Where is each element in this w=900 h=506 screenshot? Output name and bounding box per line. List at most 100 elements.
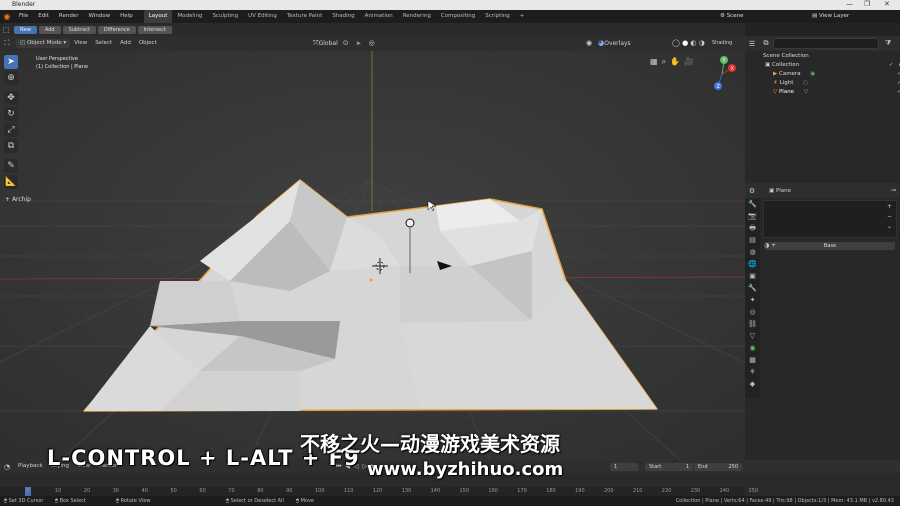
blender-logo-icon[interactable]: ◉ (0, 12, 14, 21)
scale-tool-icon[interactable]: ⤢ (4, 123, 18, 137)
scene-selector[interactable]: ⚙ Scene (720, 10, 743, 23)
outliner-row-collection[interactable]: ▣ Collection ✓ ◉ 📷 (745, 61, 900, 70)
proportional-edit-icon[interactable]: ◎ (369, 36, 375, 51)
navigation-gizmo[interactable]: X Y Z (708, 52, 742, 94)
pin-icon[interactable]: ⊸ (891, 187, 896, 194)
timeline-ruler[interactable]: 0 10 20 30 40 50 60 70 80 90 100 110 120 130 140 150 160… (0, 487, 758, 496)
transform-tool-icon[interactable]: ⧉ (4, 139, 18, 153)
viewport-scene[interactable] (0, 51, 745, 460)
mode-intersect-button[interactable]: Intersect (137, 25, 172, 34)
tab-scripting[interactable]: Scripting (480, 10, 514, 23)
tool-tab-icon[interactable]: 🔧 (745, 198, 760, 210)
move-tool-icon[interactable]: ✥ (4, 91, 18, 105)
annotate-tool-icon[interactable]: ✎ (4, 159, 18, 173)
misc-tab-icon[interactable]: ◆ (745, 378, 760, 390)
tab-sculpting[interactable]: Sculpting (207, 10, 243, 23)
menu-view[interactable]: View (70, 36, 91, 51)
outliner-search-input[interactable] (773, 38, 879, 49)
add-workspace-icon[interactable]: + (515, 10, 530, 23)
list-controls[interactable]: + − ⌄ (887, 202, 892, 232)
tab-texture-paint[interactable]: Texture Paint (282, 10, 328, 23)
wireframe-icon[interactable]: ◯ (672, 39, 680, 47)
material-slot-icon[interactable]: ◑ + (764, 242, 776, 249)
overlays-toggle[interactable]: ◉ ◕ Overlays (586, 36, 631, 51)
mode-add-button[interactable]: Add (38, 25, 61, 34)
world-tab-icon[interactable]: 🌐 (745, 258, 760, 270)
tab-modeling[interactable]: Modeling (172, 10, 207, 23)
3d-viewport[interactable] (0, 51, 745, 460)
particles-tab-icon[interactable]: ✦ (745, 294, 760, 306)
pivot-icon[interactable]: ⊙ (343, 36, 349, 51)
data-tab-icon[interactable]: ▽ (745, 330, 760, 342)
maximize-button[interactable]: ❐ (864, 0, 870, 8)
constraints-tab-icon[interactable]: ⛓ (745, 318, 760, 330)
select-box-icon[interactable]: ⬚ (0, 26, 12, 34)
transform-orientation[interactable]: ⤧ Global ⊙ ⫸ ◎ (313, 36, 375, 51)
end-frame-field[interactable]: End 250 (694, 462, 742, 471)
editor-type-icon[interactable]: ⛶ (0, 39, 14, 48)
menu-file[interactable]: File (14, 10, 33, 23)
filter-icon[interactable]: ⧩ (885, 39, 891, 48)
cursor-tool-icon[interactable]: ⊕ (4, 71, 18, 85)
object-mode-dropdown[interactable]: ◰ Object Mode ▾ (16, 39, 71, 48)
outliner-row-light[interactable]: ☀ Light ○ ✓ ◉ 📷 (745, 79, 900, 88)
pan-hand-icon[interactable]: ✋ (670, 57, 684, 66)
menu-help[interactable]: Help (115, 10, 138, 23)
scene-tab-icon[interactable]: ◍ (745, 246, 760, 258)
mode-subtract-button[interactable]: Subtract (62, 25, 96, 34)
sidebar-tab-archip[interactable]: + Archip (5, 196, 31, 203)
outliner-row-scene-collection[interactable]: Scene Collection (745, 52, 900, 61)
visibility-icons[interactable]: ✓ ◉ 📷 (889, 61, 900, 70)
tab-rendering[interactable]: Rendering (398, 10, 436, 23)
tab-compositing[interactable]: Compositing (436, 10, 480, 23)
close-button[interactable]: ✕ (884, 0, 890, 8)
shading-modes[interactable]: ◯ ● ◐ ◑ (672, 36, 705, 51)
menu-object[interactable]: Object (135, 36, 161, 51)
current-frame-field[interactable]: 1 (610, 462, 638, 471)
menu-edit[interactable]: Edit (33, 10, 54, 23)
rotate-tool-icon[interactable]: ↻ (4, 107, 18, 121)
select-tool-icon[interactable]: ➤ (4, 55, 18, 69)
menu-window[interactable]: Window (83, 10, 115, 23)
solid-icon[interactable]: ● (682, 39, 688, 47)
menu-render[interactable]: Render (54, 10, 84, 23)
camera-view-icon[interactable]: ▦ (650, 57, 662, 66)
tab-uv-editing[interactable]: UV Editing (243, 10, 282, 23)
menu-add[interactable]: Add (116, 36, 135, 51)
tab-animation[interactable]: Animation (360, 10, 398, 23)
render-tab-icon[interactable]: 📷 (745, 210, 760, 222)
measure-tool-icon[interactable]: 📐 (4, 175, 18, 189)
properties-editor-icon[interactable]: ⚙ (745, 187, 759, 195)
minimize-button[interactable]: — (846, 0, 853, 8)
menu-playback[interactable]: Playback (14, 460, 47, 473)
start-frame-field[interactable]: Start 1 (645, 462, 693, 471)
tab-shading[interactable]: Shading (327, 10, 359, 23)
timeline-editor-icon[interactable]: ◔ (0, 463, 14, 471)
output-tab-icon[interactable]: 🖶 (745, 222, 760, 234)
uv-maps-list[interactable] (763, 200, 897, 238)
view-layer-tab-icon[interactable]: ▤ (745, 234, 760, 246)
material-icon[interactable]: ◐ (690, 39, 696, 47)
menu-select[interactable]: Select (91, 36, 116, 51)
outliner-header: ☰ ⧉ ⧩ (745, 36, 900, 51)
mode-difference-button[interactable]: Difference (97, 25, 136, 34)
material-tab-icon[interactable]: ◉ (745, 342, 760, 354)
outliner-row-camera[interactable]: ▶ Camera ◉ ✓ ◉ 📷 (745, 70, 900, 79)
snap-icon[interactable]: ⫸ (357, 36, 361, 51)
shading-dropdown[interactable]: Shading (712, 36, 732, 51)
outliner-editor-icon[interactable]: ☰ (745, 40, 759, 48)
rendered-icon[interactable]: ◑ (699, 39, 705, 47)
tab-layout[interactable]: Layout (143, 10, 173, 23)
modifiers-tab-icon[interactable]: 🔧 (745, 282, 760, 294)
texture-tab-icon[interactable]: ▦ (745, 354, 760, 366)
shader-tab-icon[interactable]: ⚘ (745, 366, 760, 378)
object-tab-icon[interactable]: ▣ (745, 270, 760, 282)
view-layer-selector[interactable]: ▤ View Layer (812, 10, 849, 23)
zoom-icon[interactable]: ⌕ (662, 57, 670, 66)
outliner-row-plane[interactable]: ▽ Plane ▽ ✓ ◉ 📷 (745, 88, 900, 97)
mode-new-button[interactable]: New (14, 25, 37, 34)
camera-icon[interactable]: 🎥 (684, 57, 698, 66)
base-button[interactable]: Base (765, 242, 895, 250)
display-mode-icon[interactable]: ⧉ (759, 39, 773, 48)
physics-tab-icon[interactable]: ◎ (745, 306, 760, 318)
